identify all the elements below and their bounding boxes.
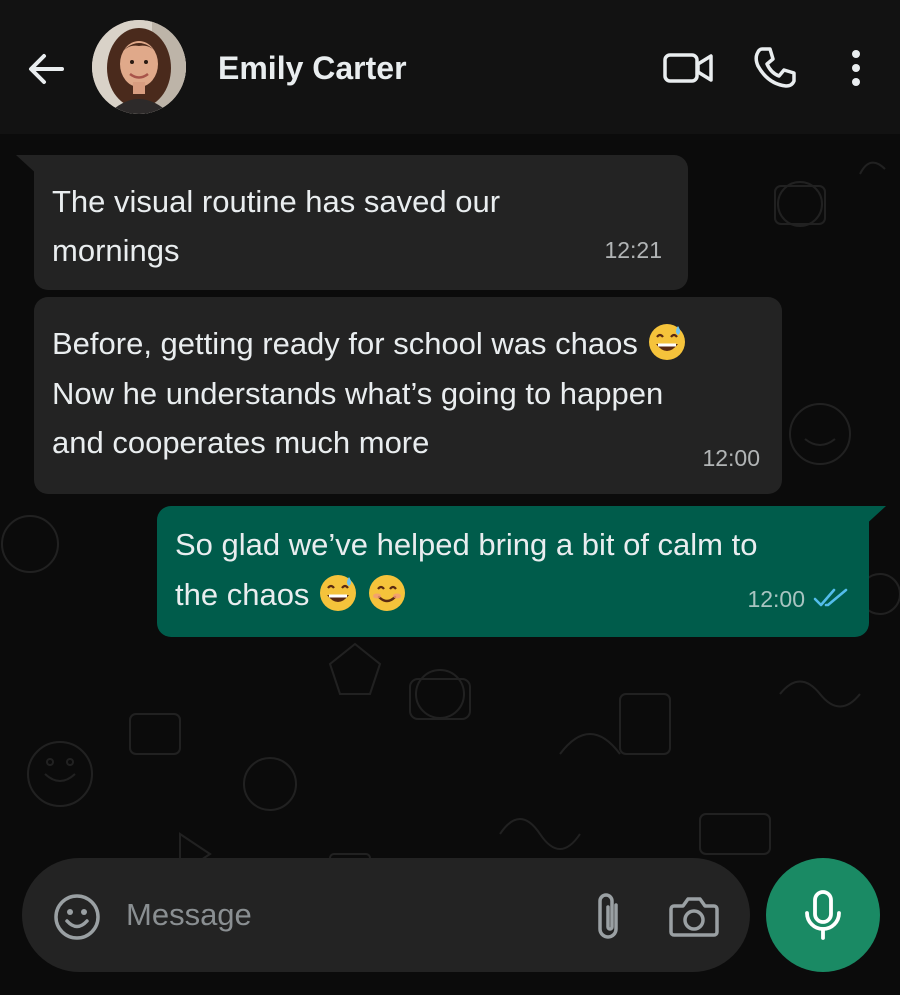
message-text-line: Before, getting ready for school was cha… [52, 326, 638, 361]
camera-button[interactable] [664, 888, 724, 946]
message-time: 12:21 [604, 237, 662, 263]
phone-icon [754, 47, 796, 88]
smiley-icon [54, 894, 100, 940]
message-text-line: the chaos [175, 577, 310, 612]
chat-screen: Emily Carter The visual routine has save… [0, 0, 900, 995]
more-vertical-icon [852, 50, 860, 86]
chat-header: Emily Carter [0, 0, 900, 134]
message-text: Before, getting ready for school was cha… [52, 319, 687, 368]
read-double-check-icon [813, 588, 848, 607]
message-text: the chaos [175, 570, 407, 619]
attach-button[interactable] [584, 888, 632, 946]
message-bubble-outgoing[interactable]: So glad we’ve helped bring a bit of calm… [157, 506, 869, 637]
message-time: 12:00 [747, 586, 805, 612]
message-text: So glad we’ve helped bring a bit of calm… [175, 527, 758, 562]
contact-name[interactable]: Emily Carter [218, 48, 407, 88]
message-bubble-incoming[interactable]: The visual routine has saved our morning… [34, 155, 688, 290]
avatar-image [92, 20, 186, 114]
message-input[interactable]: Message [126, 895, 252, 935]
voice-message-button[interactable] [766, 858, 880, 972]
emoji-button[interactable] [50, 890, 104, 944]
message-text: The visual routine has saved our morning… [52, 184, 501, 268]
message-bubble-incoming[interactable]: Before, getting ready for school was cha… [34, 297, 782, 494]
message-text: Now he understands what’s going to happe… [52, 376, 664, 460]
message-time: 12:00 [702, 445, 760, 471]
back-button[interactable] [22, 45, 70, 93]
camera-icon [669, 897, 719, 937]
grinning-sweat-emoji-icon [648, 324, 685, 360]
voice-call-button[interactable] [748, 42, 800, 94]
video-call-button[interactable] [662, 42, 714, 94]
microphone-icon [805, 890, 841, 940]
more-options-button[interactable] [830, 42, 882, 94]
contact-avatar[interactable] [92, 20, 186, 114]
grinning-sweat-emoji-icon [320, 575, 357, 611]
video-camera-icon [663, 53, 713, 83]
arrow-left-icon [29, 54, 64, 84]
paperclip-icon [598, 893, 618, 939]
smiling-blush-emoji-icon [368, 575, 405, 611]
